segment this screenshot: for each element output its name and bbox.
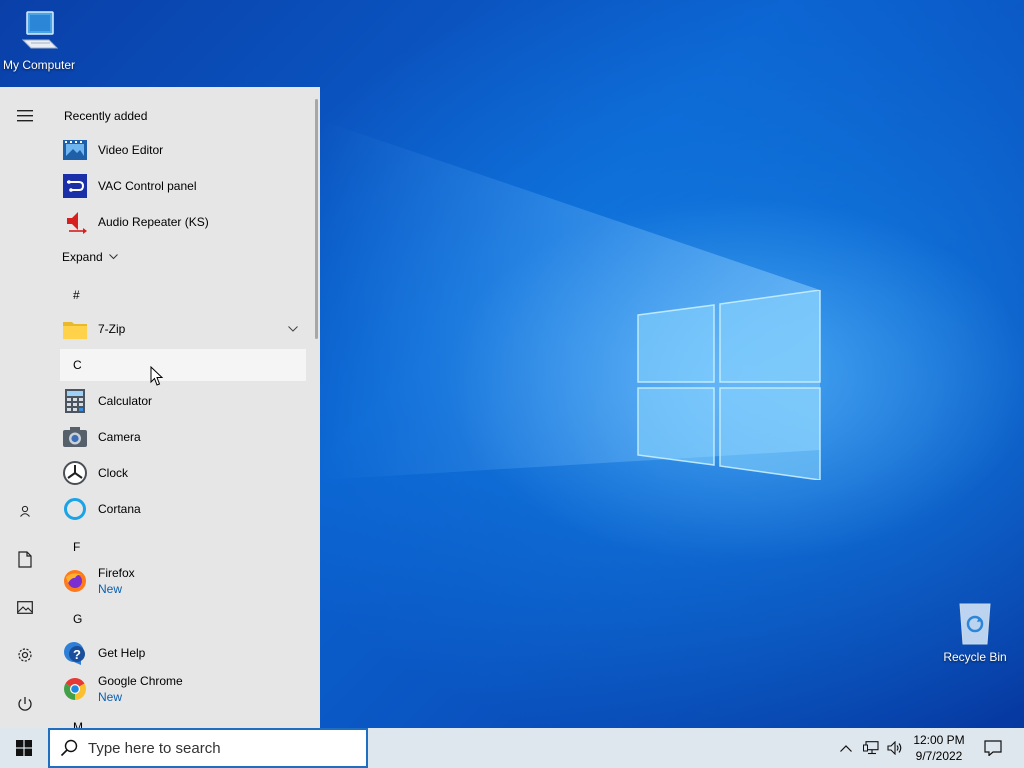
computer-icon: [21, 11, 59, 49]
show-hidden-icons-button[interactable]: [836, 728, 856, 768]
app-name: Google Chrome: [98, 674, 183, 688]
app-name: Camera: [98, 430, 141, 444]
search-icon: [60, 739, 78, 757]
power-icon: [18, 697, 32, 711]
new-badge: New: [98, 582, 123, 596]
group-letter: C: [73, 358, 82, 372]
settings-button[interactable]: [0, 635, 50, 675]
expand-label: Expand: [62, 250, 103, 264]
video-editor-icon: [62, 137, 88, 163]
desktop-icon-my-computer[interactable]: My Computer: [0, 10, 84, 72]
app-name: Cortana: [98, 502, 141, 516]
cortana-icon: [62, 496, 88, 522]
notification-icon: [984, 740, 1002, 756]
pictures-button[interactable]: [0, 587, 50, 627]
volume-button[interactable]: [884, 728, 906, 768]
desktop-icon-label: Recycle Bin: [943, 650, 1007, 664]
app-item-audio-repeater[interactable]: Audio Repeater (KS): [60, 204, 306, 240]
chevron-down-icon: [108, 254, 118, 260]
app-list: Recently added Video Editor VAC Control …: [50, 87, 320, 728]
new-badge: New: [98, 690, 123, 704]
app-name: Get Help: [98, 646, 146, 660]
app-list-scrollbar[interactable]: [315, 99, 318, 339]
app-name: VAC Control panel: [98, 179, 197, 193]
settings-icon: [18, 648, 32, 662]
clock-date: 9/7/2022: [915, 749, 963, 763]
get-help-icon: ?: [62, 640, 88, 666]
app-item-camera[interactable]: Camera: [60, 419, 306, 455]
group-header-m[interactable]: M: [60, 711, 306, 728]
volume-icon: [887, 741, 902, 755]
app-item-google-chrome[interactable]: Google Chrome New: [60, 671, 306, 707]
desktop-icon-label: My Computer: [2, 58, 76, 72]
app-item-clock[interactable]: Clock: [60, 455, 306, 491]
app-item-video-editor[interactable]: Video Editor: [60, 132, 306, 168]
app-name: Calculator: [98, 394, 153, 408]
app-item-calculator[interactable]: Calculator: [60, 383, 306, 419]
chevron-up-icon: [840, 744, 852, 752]
group-letter: G: [73, 612, 83, 626]
chrome-icon: [62, 676, 88, 702]
recycle-bin-icon: [959, 603, 991, 645]
app-name: Video Editor: [98, 143, 164, 157]
svg-text:?: ?: [73, 647, 81, 662]
taskbar: 12:00 PM 9/7/2022: [0, 728, 1024, 768]
group-letter: F: [73, 540, 81, 554]
folder-icon: [62, 316, 88, 342]
chevron-down-icon[interactable]: [288, 326, 298, 332]
app-name: Firefox: [98, 566, 135, 580]
group-header-c[interactable]: C: [60, 349, 306, 381]
group-header-f[interactable]: F: [60, 531, 306, 563]
camera-icon: [62, 424, 88, 450]
recently-added-heading: Recently added: [64, 109, 148, 123]
clock-icon: [62, 460, 88, 486]
documents-button[interactable]: [0, 539, 50, 579]
calculator-icon: [62, 388, 88, 414]
app-item-firefox[interactable]: Firefox New: [60, 563, 306, 599]
expand-button[interactable]: Expand: [62, 247, 118, 267]
clock-time: 12:00 PM: [913, 733, 965, 747]
windows-logo-wallpaper: [637, 290, 821, 480]
network-icon: [863, 741, 879, 755]
power-button[interactable]: [0, 684, 50, 724]
search-input[interactable]: [88, 739, 348, 757]
firefox-icon: [62, 568, 88, 594]
windows-logo-icon: [16, 740, 32, 756]
audio-repeater-icon: [62, 209, 88, 235]
group-letter: #: [73, 288, 80, 302]
user-account-button[interactable]: [0, 491, 50, 531]
document-icon: [18, 550, 32, 568]
desktop-icon-recycle-bin[interactable]: Recycle Bin: [930, 600, 1020, 664]
user-icon: [20, 505, 30, 517]
hamburger-button[interactable]: [0, 96, 50, 136]
app-name: 7-Zip: [98, 322, 126, 336]
action-center-button[interactable]: [978, 728, 1008, 768]
app-item-get-help[interactable]: ? Get Help: [60, 635, 306, 671]
group-header-hash[interactable]: #: [60, 279, 306, 311]
taskbar-search-box[interactable]: [48, 728, 368, 768]
vac-control-panel-icon: [62, 173, 88, 199]
hamburger-icon: [17, 110, 33, 122]
app-item-vac-control-panel[interactable]: VAC Control panel: [60, 168, 306, 204]
pictures-icon: [17, 600, 33, 614]
start-menu-rail: [0, 87, 50, 728]
taskbar-clock[interactable]: 12:00 PM 9/7/2022: [904, 732, 974, 764]
start-menu: Recently added Video Editor VAC Control …: [0, 87, 320, 728]
start-button[interactable]: [0, 728, 48, 768]
app-name: Clock: [98, 466, 129, 480]
app-item-cortana[interactable]: Cortana: [60, 491, 306, 527]
app-name: Audio Repeater (KS): [98, 215, 209, 229]
group-letter: M: [73, 720, 83, 728]
mouse-cursor-icon: [150, 366, 164, 386]
app-item-7zip[interactable]: 7-Zip: [60, 311, 306, 347]
network-button[interactable]: [860, 728, 882, 768]
group-header-g[interactable]: G: [60, 603, 306, 635]
